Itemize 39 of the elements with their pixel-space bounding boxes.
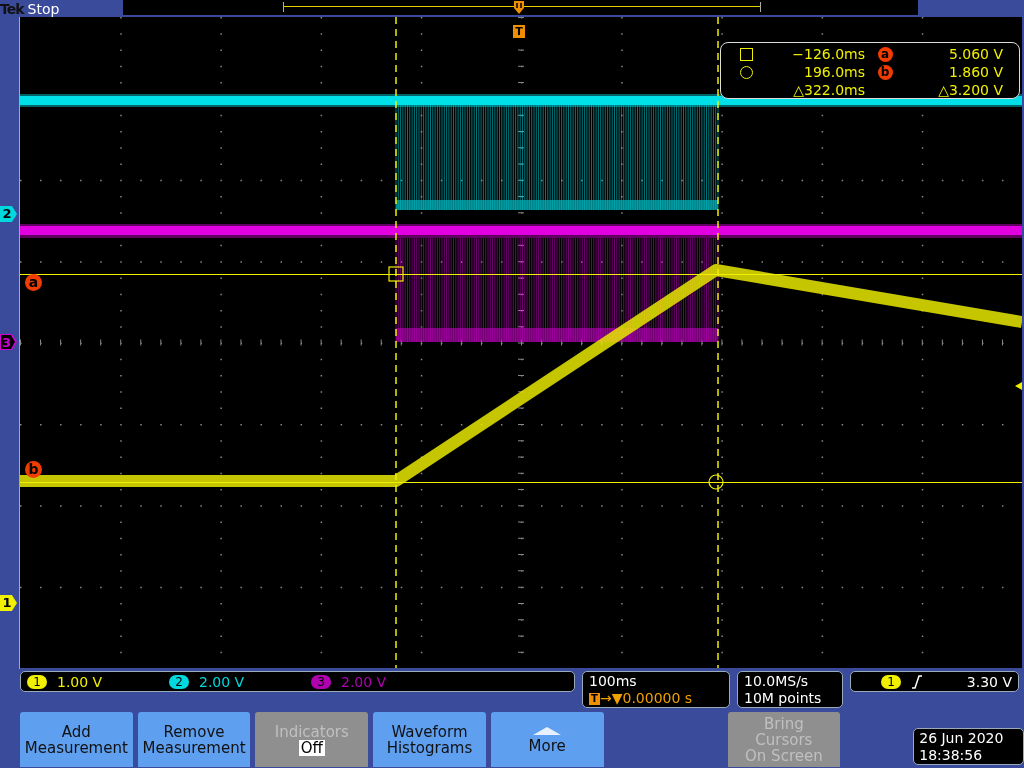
cursor-time: 196.0ms [803,64,865,80]
horizontal-delay[interactable]: →▼0.00000 s [600,690,693,707]
channel-scale[interactable]: 2.00 V [341,673,387,690]
cursor-delta-value: △3.200 V [937,82,1003,98]
channel-badge[interactable]: 1 [27,674,47,689]
acquisition-status: Stop [27,0,60,17]
channel-badge[interactable]: 2 [169,674,189,689]
trigger-badge: T [589,692,600,705]
cursor-delta-time: △322.0ms [792,82,865,98]
cursor-handle-icon[interactable] [388,266,404,282]
cursor-value: 5.060 V [947,46,1003,62]
cursor-handle-icon[interactable] [708,474,724,490]
channel-scale[interactable]: 2.00 V [199,673,245,690]
cursor-marker: a [25,274,42,291]
trigger-level[interactable]: 3.30 V [966,673,1012,690]
trigger-source[interactable]: 1 [881,674,901,689]
cursor-marker: b [25,461,42,478]
softkey-button[interactable]: Add Measurement [20,712,133,767]
softkey-button[interactable]: Remove Measurement [137,712,251,767]
cursor-marker: a [877,46,893,62]
trigger-level-icon [1015,382,1022,390]
cursor-marker: b [877,64,893,80]
softkey-button[interactable]: More [490,712,604,767]
up-arrow-icon [532,725,563,736]
sample-rate[interactable]: 10.0MS/s [744,673,836,690]
rising-edge-icon [911,674,923,689]
cursor-time: −126.0ms [791,46,865,62]
softkey-button[interactable]: Waveform Histograms [373,712,486,767]
trigger-marker: T [513,25,525,38]
cursor-value: 1.860 V [947,64,1003,80]
record-length[interactable]: 10M points [744,690,836,707]
horizontal-scale[interactable]: 100ms [589,673,723,690]
date-time-display: 26 Jun 2020 18:38:56 [913,728,1024,765]
channel-marker[interactable]: 1 [0,595,17,611]
square-icon [739,47,753,61]
channel-marker[interactable]: 3 [0,334,17,350]
brand-label: Tek [0,0,24,17]
channel-scale[interactable]: 1.00 V [57,673,103,690]
channel-marker[interactable]: 2 [0,206,17,222]
